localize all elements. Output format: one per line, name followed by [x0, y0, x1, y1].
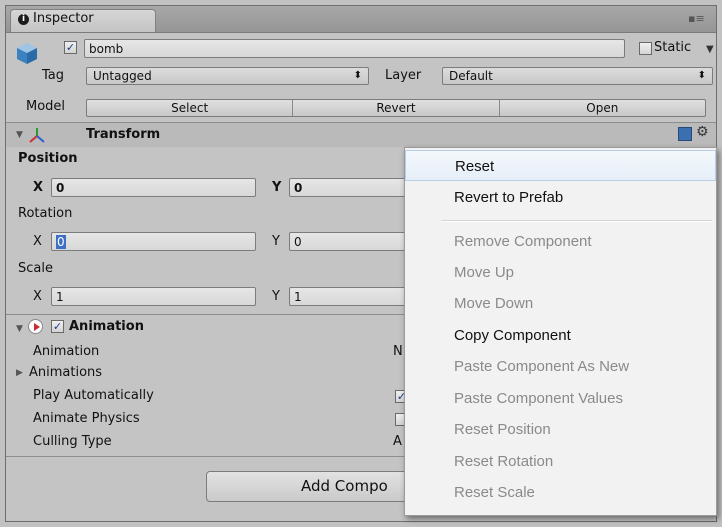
- active-checkbox[interactable]: ✓: [64, 41, 77, 54]
- culling-type-value[interactable]: A: [393, 434, 402, 449]
- tab-inspector-label: Inspector: [33, 11, 94, 26]
- tab-bar: i Inspector ▪≡: [6, 6, 716, 33]
- rotation-x-label: X: [33, 234, 42, 249]
- rotation-x-field[interactable]: 0: [51, 232, 256, 251]
- menu-item-paste-component-as-new[interactable]: Paste Component As New: [405, 351, 716, 382]
- model-label: Model: [26, 99, 66, 114]
- tab-menu-icon[interactable]: ▪≡: [688, 12, 710, 25]
- menu-item-move-down[interactable]: Move Down: [405, 288, 716, 319]
- animations-fold-icon[interactable]: ▶: [16, 368, 23, 378]
- gear-icon[interactable]: ⚙: [696, 124, 709, 140]
- transform-icon: [28, 127, 46, 143]
- model-open-button[interactable]: Open: [500, 100, 705, 116]
- static-checkbox[interactable]: [639, 42, 652, 55]
- menu-item-reset-rotation[interactable]: Reset Rotation: [405, 446, 716, 477]
- layer-value: Default: [449, 69, 493, 83]
- model-revert-button[interactable]: Revert: [293, 100, 500, 116]
- menu-item-reset-position[interactable]: Reset Position: [405, 414, 716, 445]
- menu-item-move-up[interactable]: Move Up: [405, 257, 716, 288]
- model-select-button[interactable]: Select: [87, 100, 294, 116]
- animation-fold-icon[interactable]: ▼: [16, 324, 23, 334]
- animation-icon: [28, 319, 43, 334]
- position-y-field[interactable]: 0: [289, 178, 419, 197]
- animation-row-value[interactable]: N: [393, 344, 403, 359]
- info-icon: i: [18, 14, 29, 25]
- gameobject-icon: [15, 41, 39, 65]
- culling-type-label: Culling Type: [33, 434, 112, 449]
- animations-row-label[interactable]: Animations: [29, 365, 102, 380]
- rotation-y-label: Y: [272, 234, 280, 249]
- menu-separator: [441, 220, 712, 222]
- rotation-y-field[interactable]: 0: [289, 232, 419, 251]
- position-x-field[interactable]: 0: [51, 178, 256, 197]
- tag-arrow-icon: ⬍: [353, 70, 362, 81]
- rotation-label: Rotation: [18, 206, 73, 221]
- scale-y-label: Y: [272, 289, 280, 304]
- position-y-label: Y: [272, 180, 282, 195]
- animation-title: Animation: [69, 319, 144, 334]
- menu-item-reset[interactable]: Reset: [405, 150, 716, 181]
- tag-dropdown[interactable]: Untagged ⬍: [86, 67, 369, 85]
- animation-row-label: Animation: [33, 344, 100, 359]
- menu-item-copy-component[interactable]: Copy Component: [405, 320, 716, 351]
- tag-value: Untagged: [93, 69, 152, 83]
- scale-x-field[interactable]: 1: [51, 287, 256, 306]
- context-menu: Reset Revert to Prefab Remove Component …: [404, 147, 717, 516]
- menu-item-paste-component-values[interactable]: Paste Component Values: [405, 383, 716, 414]
- play-automatically-label: Play Automatically: [33, 388, 154, 403]
- layer-label: Layer: [385, 68, 422, 83]
- animate-physics-label: Animate Physics: [33, 411, 140, 426]
- position-label: Position: [18, 151, 78, 166]
- tag-label: Tag: [42, 68, 65, 83]
- menu-item-remove-component[interactable]: Remove Component: [405, 226, 716, 257]
- scale-label: Scale: [18, 261, 53, 276]
- tab-inspector[interactable]: i Inspector: [10, 9, 156, 32]
- transform-title: Transform: [86, 127, 161, 142]
- menu-item-reset-scale[interactable]: Reset Scale: [405, 477, 716, 508]
- static-label[interactable]: Static: [654, 40, 691, 55]
- rotation-x-value: 0: [56, 235, 66, 249]
- scale-y-field[interactable]: 1: [289, 287, 419, 306]
- position-x-label: X: [33, 180, 44, 195]
- add-component-label: Add Compo: [301, 477, 388, 495]
- help-book-icon[interactable]: [678, 127, 692, 141]
- menu-item-revert-to-prefab[interactable]: Revert to Prefab: [405, 182, 716, 213]
- layer-dropdown[interactable]: Default ⬍: [442, 67, 713, 85]
- scale-x-label: X: [33, 289, 42, 304]
- object-name-field[interactable]: bomb: [84, 39, 625, 58]
- animation-enabled-checkbox[interactable]: ✓: [51, 320, 64, 333]
- transform-fold-icon[interactable]: ▼: [16, 130, 23, 140]
- static-dropdown-icon[interactable]: ▼: [706, 44, 714, 55]
- layer-arrow-icon: ⬍: [697, 70, 706, 81]
- model-button-group: Select Revert Open: [86, 99, 706, 117]
